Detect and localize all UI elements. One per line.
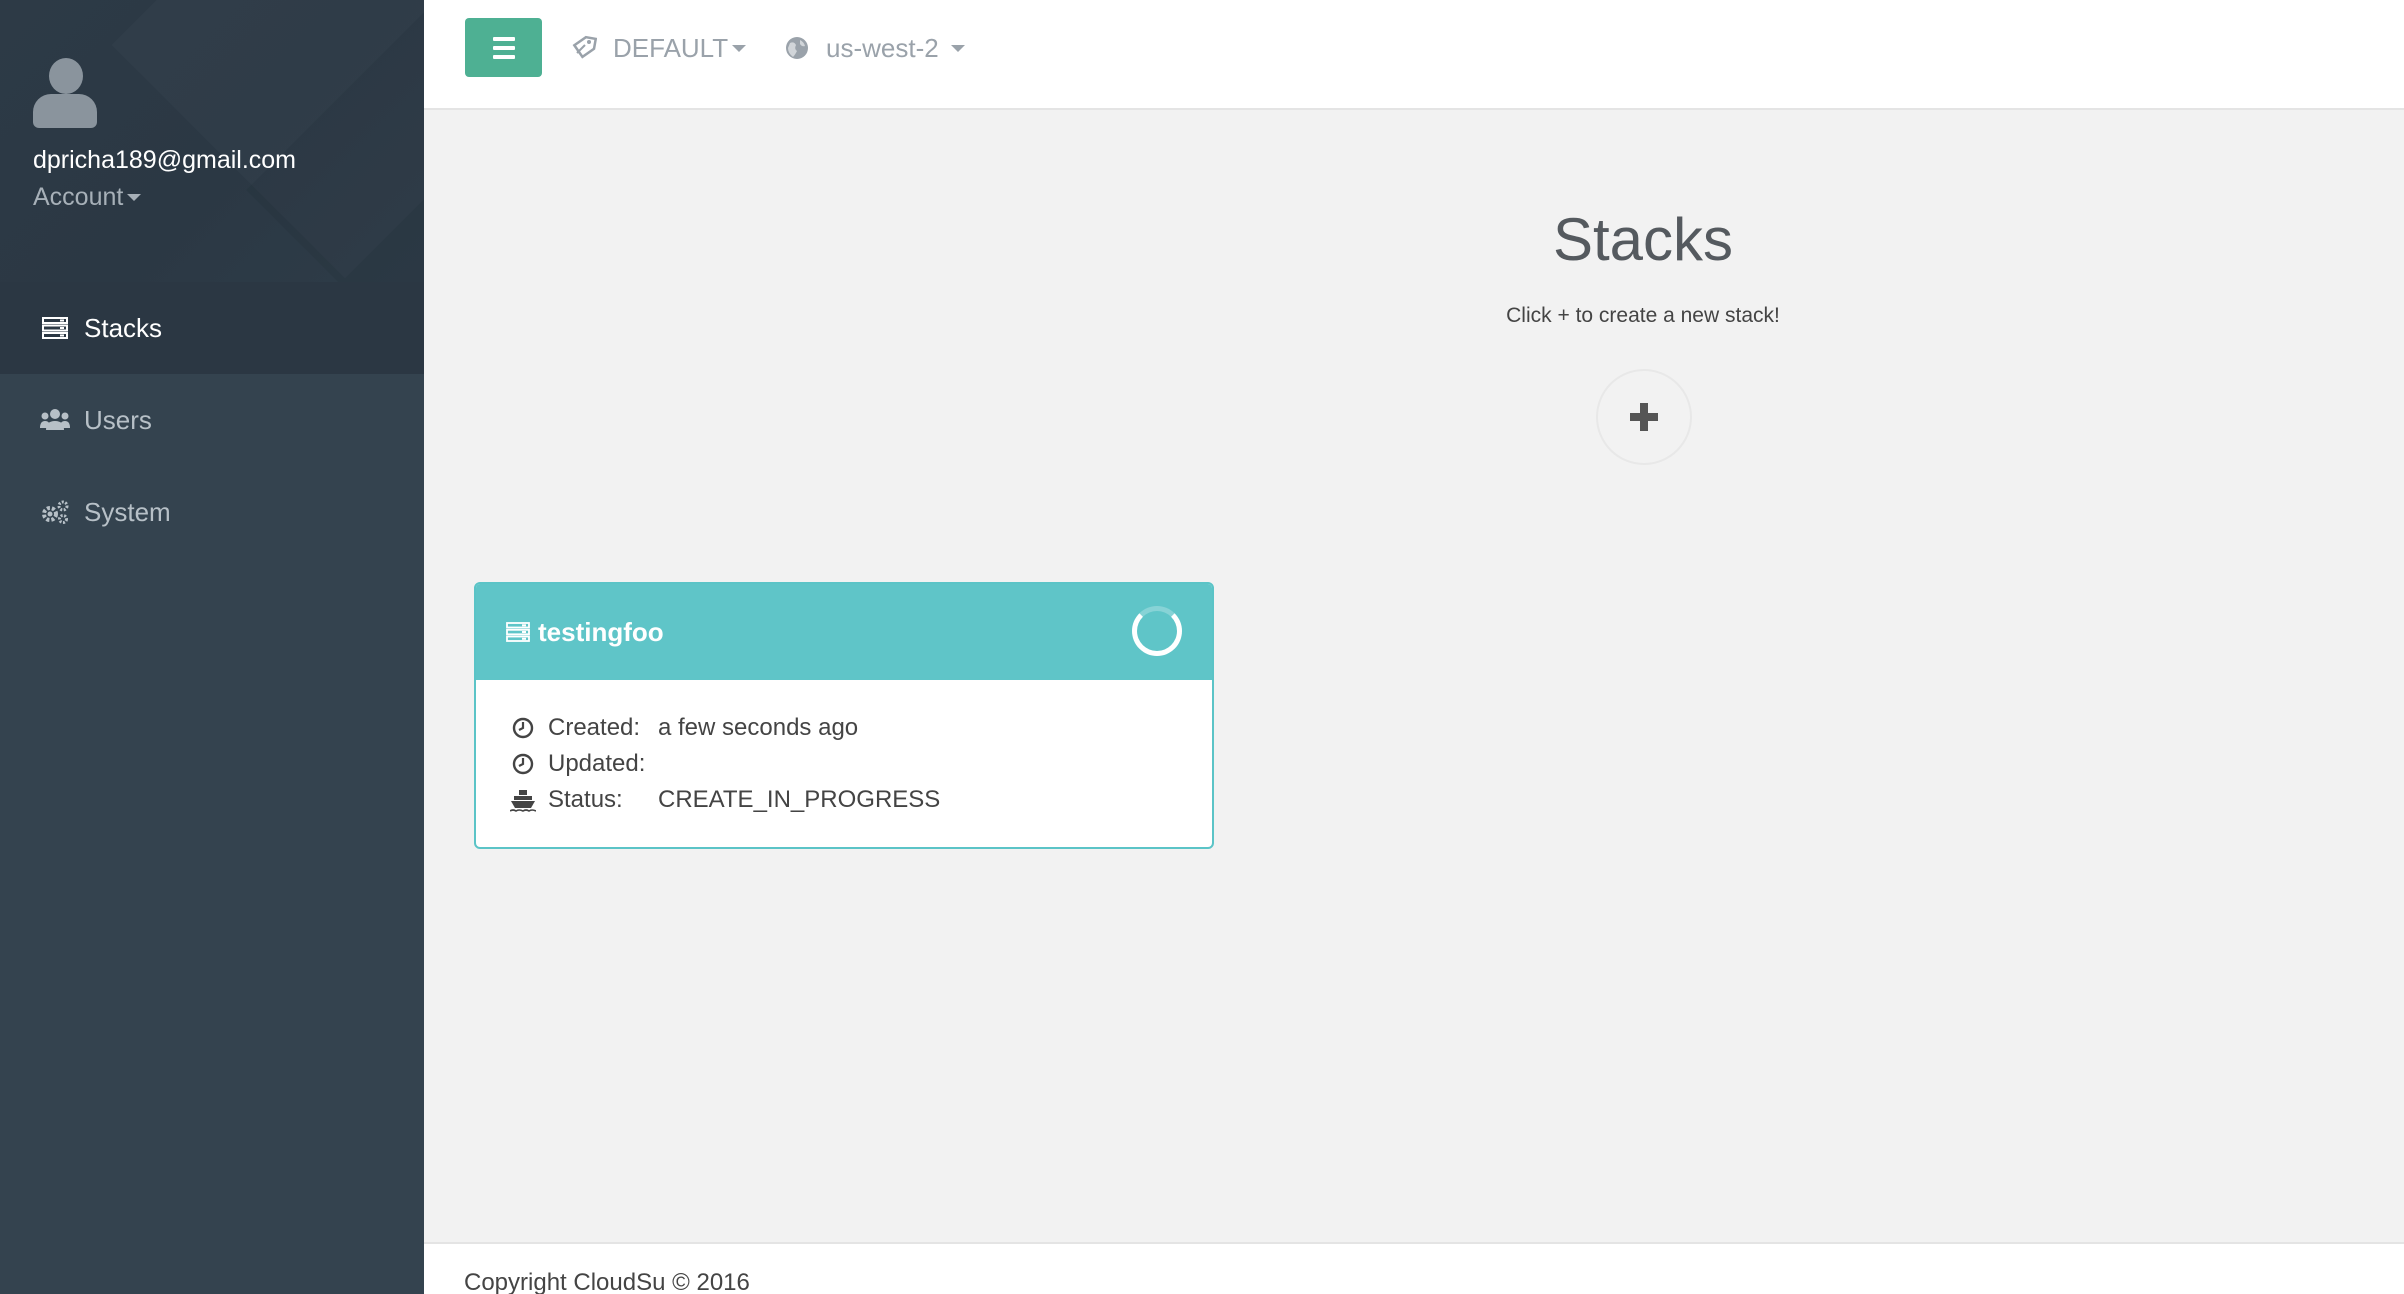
- created-label: Created:: [548, 714, 641, 741]
- top-bar: DEFAULT us-west-2: [424, 0, 2404, 110]
- sidebar-item-stacks[interactable]: Stacks: [0, 282, 424, 374]
- footer: Copyright CloudSu © 2016: [424, 1242, 2404, 1294]
- sidebar-item-label: Users: [84, 404, 152, 435]
- loading-spinner-icon: [1132, 606, 1182, 656]
- sidebar-item-users[interactable]: Users: [0, 374, 424, 466]
- cogs-icon: [38, 497, 72, 527]
- user-email: dpricha189@gmail.com: [33, 146, 297, 174]
- menu-toggle-button[interactable]: [465, 18, 542, 77]
- account-dropdown[interactable]: Account: [33, 183, 142, 212]
- plus-icon: [1630, 403, 1658, 431]
- sidebar-nav: Stacks Users System: [0, 282, 424, 558]
- profile-selector-value: DEFAULT: [613, 32, 729, 63]
- hamburger-icon: [492, 36, 515, 41]
- clock-icon: [510, 751, 536, 777]
- status-value: CREATE_IN_PROGRESS: [658, 786, 941, 813]
- region-selector-value: us-west-2: [826, 32, 939, 63]
- ship-icon: [510, 787, 536, 813]
- updated-label: Updated:: [548, 750, 646, 777]
- caret-down-icon: [950, 44, 965, 52]
- server-icon: [506, 620, 532, 644]
- sidebar: dpricha189@gmail.com Account Stacks User…: [0, 0, 424, 1294]
- avatar-icon: [33, 58, 97, 130]
- sidebar-item-system[interactable]: System: [0, 466, 424, 558]
- clock-icon: [510, 715, 536, 741]
- globe-icon: [782, 33, 812, 63]
- account-label: Account: [33, 183, 124, 211]
- server-icon: [38, 313, 72, 343]
- stack-updated-row: Updated:: [510, 746, 1212, 782]
- page-title: Stacks: [1552, 206, 1734, 273]
- created-value: a few seconds ago: [658, 714, 859, 741]
- stack-status-row: Status: CREATE_IN_PROGRESS: [510, 782, 1212, 818]
- sidebar-item-label: System: [84, 496, 171, 527]
- region-selector[interactable]: us-west-2: [782, 28, 965, 68]
- stack-card[interactable]: testingfoo Created: a few seconds ago Up…: [474, 582, 1214, 849]
- page-subtitle: Click + to create a new stack!: [1506, 304, 1780, 327]
- profile-selector[interactable]: DEFAULT: [569, 28, 747, 68]
- status-label: Status:: [548, 786, 623, 813]
- add-stack-button[interactable]: [1596, 369, 1692, 465]
- user-profile-panel: dpricha189@gmail.com Account: [0, 0, 424, 282]
- caret-down-icon: [732, 44, 747, 52]
- stack-name: testingfoo: [538, 616, 664, 647]
- stack-created-row: Created: a few seconds ago: [510, 710, 1212, 746]
- stack-card-body: Created: a few seconds ago Updated: Stat…: [476, 680, 1212, 818]
- copyright-text: Copyright CloudSu © 2016: [464, 1269, 750, 1294]
- caret-down-icon: [127, 194, 142, 201]
- stack-card-header: testingfoo: [476, 584, 1212, 680]
- sidebar-item-label: Stacks: [84, 312, 163, 343]
- users-icon: [38, 405, 72, 435]
- tag-icon: [569, 33, 599, 63]
